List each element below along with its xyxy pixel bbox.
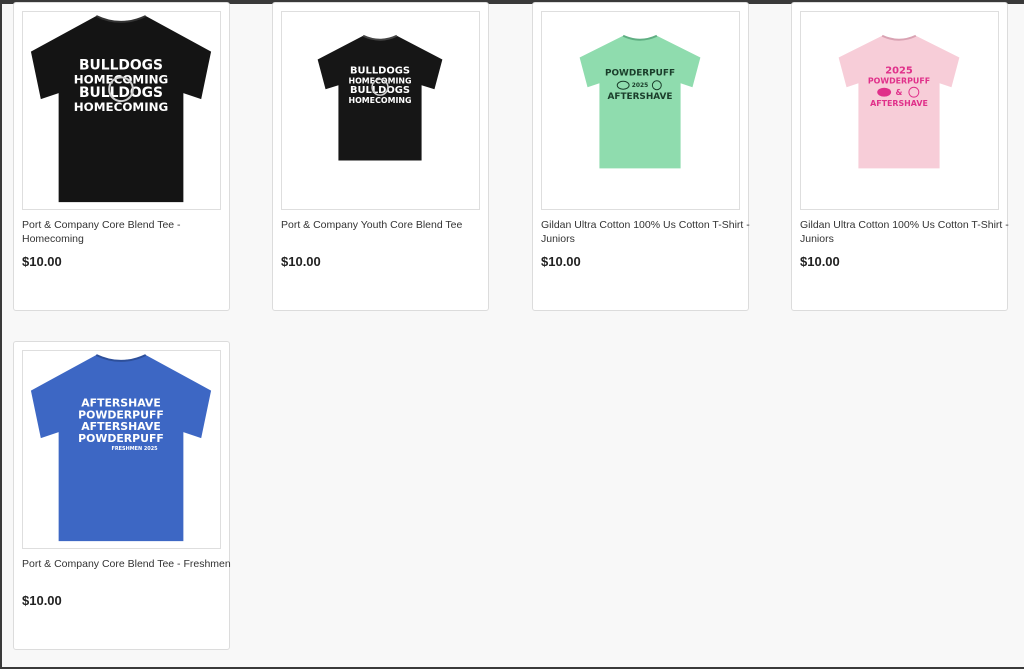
product-image[interactable]: AFTERSHAVE POWDERPUFF AFTERSHAVE POWDERP… xyxy=(22,350,221,549)
shirt-print-line: FRESHMEN 2025 xyxy=(112,446,159,452)
product-price: $10.00 xyxy=(281,254,321,269)
shirt-print-line: 2025 xyxy=(885,65,913,76)
shirt-print-line: HOMECOMING xyxy=(348,96,411,105)
tshirt-image: BULLDOGS HOMECOMING BULLDOGS HOMECOMING xyxy=(30,15,212,203)
tshirt-image: POWDERPUFF 2025 AFTERSHAVE xyxy=(579,34,701,169)
shirt-print-line: 2025 xyxy=(632,82,648,89)
shirt-print-line: POWDERPUFF xyxy=(868,76,930,85)
window-frame-left xyxy=(0,0,2,669)
product-title[interactable]: Gildan Ultra Cotton 100% Us Cotton T-Shi… xyxy=(800,218,1010,246)
product-image[interactable]: POWDERPUFF 2025 AFTERSHAVE xyxy=(541,11,740,210)
product-image[interactable]: BULLDOGS HOMECOMING BULLDOGS HOMECOMING xyxy=(22,11,221,210)
product-card[interactable]: BULLDOGS HOMECOMING BULLDOGS HOMECOMING … xyxy=(272,2,489,311)
shirt-print-line: HOMECOMING xyxy=(74,100,169,114)
product-price: $10.00 xyxy=(541,254,581,269)
shirt-print-line: BULLDOGS xyxy=(350,65,410,76)
shirt-print-line: & xyxy=(896,88,903,97)
tshirt-image: 2025 POWDERPUFF & AFTERSHAVE xyxy=(838,34,960,169)
product-card[interactable]: 2025 POWDERPUFF & AFTERSHAVE Gildan Ultr… xyxy=(791,2,1010,311)
shirt-print-line: BULLDOGS xyxy=(79,85,163,101)
product-image[interactable]: 2025 POWDERPUFF & AFTERSHAVE xyxy=(800,11,999,210)
product-price: $10.00 xyxy=(22,593,62,608)
shirt-print-line: AFTERSHAVE xyxy=(607,92,672,102)
product-card[interactable]: POWDERPUFF 2025 AFTERSHAVE Gildan Ultra … xyxy=(532,2,751,311)
product-title[interactable]: Port & Company Youth Core Blend Tee xyxy=(281,218,491,232)
tshirt-image: BULLDOGS HOMECOMING BULLDOGS HOMECOMING xyxy=(317,34,443,161)
product-card[interactable]: BULLDOGS HOMECOMING BULLDOGS HOMECOMING … xyxy=(13,2,230,311)
product-price: $10.00 xyxy=(800,254,840,269)
shirt-print-line: POWDERPUFF xyxy=(605,68,675,78)
shirt-print-line: BULLDOGS xyxy=(79,57,163,73)
tshirt-image: AFTERSHAVE POWDERPUFF AFTERSHAVE POWDERP… xyxy=(30,354,212,542)
product-title[interactable]: Port & Company Core Blend Tee - Homecomi… xyxy=(22,218,232,246)
product-title[interactable]: Gildan Ultra Cotton 100% Us Cotton T-Shi… xyxy=(541,218,751,246)
product-price: $10.00 xyxy=(22,254,62,269)
product-card[interactable]: AFTERSHAVE POWDERPUFF AFTERSHAVE POWDERP… xyxy=(13,341,232,650)
shirt-print-line: POWDERPUFF xyxy=(78,432,164,445)
shirt-print-line: HOMECOMING xyxy=(348,76,411,85)
shirt-print-line: AFTERSHAVE xyxy=(870,99,928,108)
football-icon xyxy=(877,87,892,97)
product-title[interactable]: Port & Company Core Blend Tee - Freshmen xyxy=(22,557,232,571)
product-image[interactable]: BULLDOGS HOMECOMING BULLDOGS HOMECOMING xyxy=(281,11,480,210)
